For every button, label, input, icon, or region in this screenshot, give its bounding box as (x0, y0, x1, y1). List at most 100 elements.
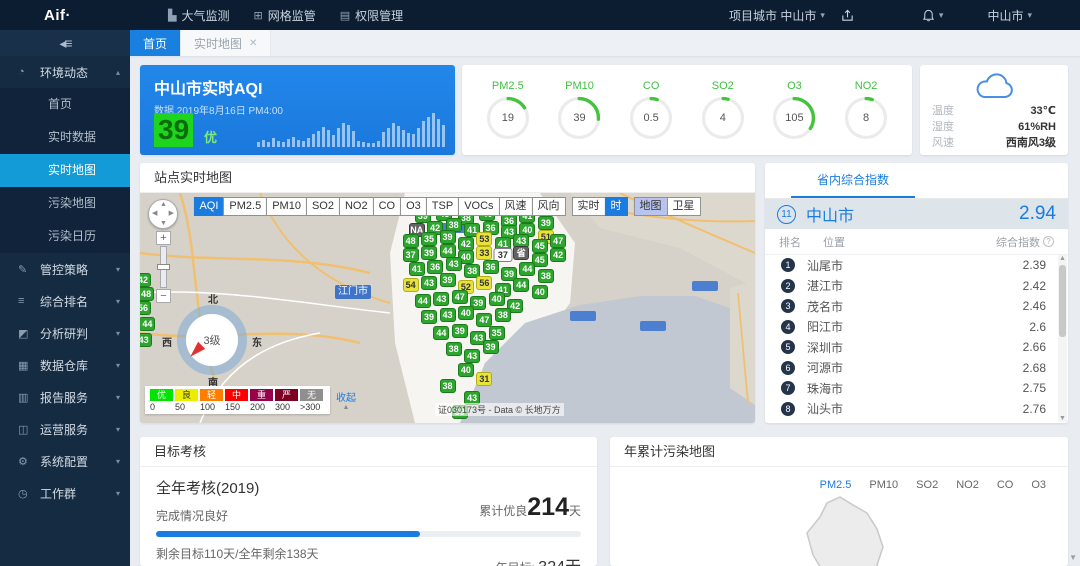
ranking-row[interactable]: 2湛江市2.42 (765, 276, 1068, 297)
station-marker[interactable]: 39 (538, 216, 554, 230)
sidebar-group[interactable]: ◔环境动态▴ (0, 56, 130, 88)
station-marker[interactable]: 44 (440, 244, 456, 258)
pan-up-icon[interactable]: ▲ (160, 201, 167, 208)
station-marker[interactable]: 44 (433, 326, 449, 340)
station-marker[interactable]: 43 (433, 292, 449, 306)
pollutant-tab[interactable]: O3 (1031, 479, 1046, 491)
nav-item[interactable]: ▙大气监测 (156, 0, 241, 30)
station-marker[interactable]: 47 (476, 313, 492, 327)
zoom-handle[interactable] (157, 264, 170, 270)
station-marker[interactable]: 39 (421, 310, 437, 324)
pollutant-tab[interactable]: NO2 (956, 479, 979, 491)
zoom-track[interactable] (160, 246, 167, 288)
station-marker[interactable]: 36 (483, 260, 499, 274)
ranking-row[interactable]: 3茂名市2.46 (765, 296, 1068, 317)
station-marker[interactable]: 35 (421, 232, 437, 246)
sidebar-item[interactable]: 实时数据 (0, 121, 130, 154)
map-pollutant-button[interactable]: O3 (400, 197, 427, 216)
scroll-down-icon[interactable]: ▼ (1058, 415, 1067, 422)
map-pollutant-button[interactable]: SO2 (306, 197, 340, 216)
tab[interactable]: 实时地图✕ (181, 30, 271, 56)
sidebar-group[interactable]: ▥报告服务▾ (0, 381, 130, 413)
sidebar-group[interactable]: ◫运营服务▾ (0, 413, 130, 445)
pan-left-icon[interactable]: ◀ (152, 209, 157, 217)
map-pollutant-button[interactable]: CO (373, 197, 402, 216)
pollutant-tab[interactable]: CO (997, 479, 1014, 491)
legend-collapse-button[interactable]: 收起 ▲ (336, 389, 356, 411)
station-marker[interactable]: 44 (140, 317, 155, 331)
station-marker[interactable]: 47 (452, 290, 468, 304)
station-marker[interactable]: 35 (489, 326, 505, 340)
sidebar-group[interactable]: ✎管控策略▾ (0, 253, 130, 285)
station-marker[interactable]: 54 (403, 278, 419, 292)
pan-right-icon[interactable]: ▶ (169, 209, 174, 217)
map-time-button[interactable]: 实时 (572, 197, 606, 216)
sidebar-item[interactable]: 实时地图 (0, 154, 130, 187)
station-marker[interactable]: 省 (513, 246, 529, 260)
station-marker[interactable]: 42 (550, 248, 566, 262)
tab-close-icon[interactable]: ✕ (249, 38, 257, 49)
map-pollutant-button[interactable]: AQI (193, 197, 224, 216)
sidebar-item[interactable]: 污染日历 (0, 220, 130, 253)
station-marker[interactable]: 43 (421, 276, 437, 290)
map-layer-button[interactable]: 卫星 (667, 197, 701, 216)
sidebar-group[interactable]: ▦数据仓库▾ (0, 349, 130, 381)
map-time-button[interactable]: 时 (605, 197, 628, 216)
station-marker[interactable]: 40 (489, 292, 505, 306)
map-layer-button[interactable]: 地图 (634, 197, 668, 216)
station-marker[interactable]: 44 (519, 262, 535, 276)
station-marker[interactable]: 38 (446, 342, 462, 356)
tab-province-index[interactable]: 省内综合指数 (791, 163, 915, 198)
station-marker[interactable]: 42 (140, 273, 151, 287)
station-marker[interactable]: 40 (458, 363, 474, 377)
sidebar-group[interactable]: ≡综合排名▾ (0, 285, 130, 317)
sidebar-group[interactable]: ◷工作群▾ (0, 477, 130, 509)
zoom-in-button[interactable]: + (156, 231, 171, 245)
station-marker[interactable]: 39 (440, 273, 456, 287)
station-marker[interactable]: 40 (458, 306, 474, 320)
station-marker[interactable]: 43 (446, 257, 462, 271)
map-pollutant-button[interactable]: 风速 (499, 197, 533, 216)
station-marker[interactable]: 48 (403, 234, 419, 248)
map-pollutant-button[interactable]: 风向 (532, 197, 566, 216)
sidebar-group[interactable]: ◩分析研判▾ (0, 317, 130, 349)
nav-item[interactable]: ⊞网格监管 (241, 0, 327, 30)
station-marker[interactable]: 43 (464, 349, 480, 363)
station-marker[interactable]: 48 (140, 287, 154, 301)
station-marker[interactable]: 41 (409, 262, 425, 276)
tab[interactable]: 首页 (130, 30, 181, 56)
station-marker[interactable]: 39 (483, 340, 499, 354)
user-city-dropdown[interactable]: 中山市 ▾ (987, 7, 1032, 24)
ranking-row[interactable]: 5深圳市2.66 (765, 337, 1068, 358)
station-marker[interactable]: 45 (532, 239, 548, 253)
sidebar-collapse-button[interactable]: ◂≡ (59, 35, 70, 52)
ranking-row[interactable]: 1汕尾市2.39 (765, 255, 1068, 276)
station-marker[interactable]: 53 (476, 232, 492, 246)
station-marker[interactable]: 36 (427, 260, 443, 274)
pollutant-tab[interactable]: PM10 (869, 479, 898, 491)
pollutant-tab[interactable]: SO2 (916, 479, 938, 491)
notification-dropdown[interactable]: ▾ (922, 9, 944, 22)
station-marker[interactable]: 31 (476, 372, 492, 386)
station-marker[interactable]: 39 (421, 246, 437, 260)
station-marker[interactable]: 38 (440, 379, 456, 393)
pan-down-icon[interactable]: ▼ (160, 220, 167, 227)
station-marker[interactable]: 43 (140, 333, 152, 347)
sidebar-item[interactable]: 污染地图 (0, 187, 130, 220)
station-marker[interactable]: 39 (440, 230, 456, 244)
map-pollutant-button[interactable]: TSP (426, 197, 459, 216)
station-marker[interactable]: 33 (476, 246, 492, 260)
station-marker[interactable]: 39 (452, 324, 468, 338)
map-pollutant-button[interactable]: VOCs (458, 197, 499, 216)
nav-item[interactable]: ▤权限管理 (328, 0, 415, 30)
pan-control[interactable]: ▲ ▼ ◀ ▶ (148, 199, 178, 229)
ranking-row[interactable]: 8汕头市2.76 (765, 399, 1068, 420)
station-marker[interactable]: 44 (415, 294, 431, 308)
station-marker[interactable]: 47 (550, 234, 566, 248)
station-marker[interactable]: 56 (476, 276, 492, 290)
station-marker[interactable]: 37 (403, 248, 419, 262)
sidebar-group[interactable]: ⚙系统配置▾ (0, 445, 130, 477)
station-marker[interactable]: 44 (513, 278, 529, 292)
project-city-dropdown[interactable]: 项目城市 中山市 ▾ (729, 7, 825, 24)
station-marker[interactable]: 38 (538, 269, 554, 283)
